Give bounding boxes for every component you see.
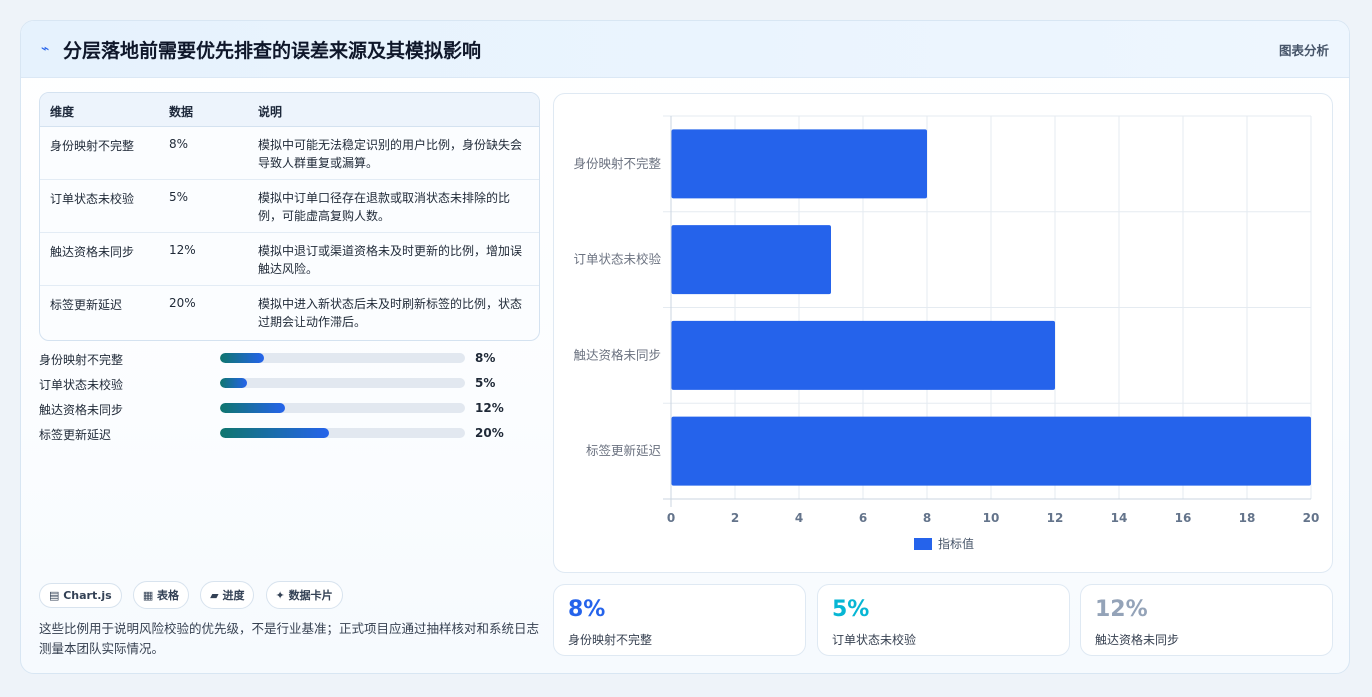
x-tick-label: 18 [1239,511,1256,525]
stat-value: 12% [1095,597,1148,622]
stat-label: 订单状态未校验 [832,633,917,647]
progress-fill [220,353,264,363]
y-tick-label: 触达资格未同步 [573,347,661,362]
stat-card: 12% 触达资格未同步 [1080,584,1333,656]
stat-label: 身份映射不完整 [568,633,653,647]
progress-fill [220,378,248,388]
column-header-dimension: 维度 [50,105,75,119]
stat-card: 5% 订单状态未校验 [817,584,1070,656]
progress-track [220,428,465,438]
progress-row: 标签更新延迟 20% [39,424,509,449]
progress-value: 12% [475,401,504,415]
table-cell-description: 模拟中可能无法稳定识别的用户比例，身份缺失会导致人群重复或漏算。 [258,138,523,170]
x-tick-label: 16 [1175,511,1192,525]
progress-track [220,403,465,413]
progress-label: 标签更新延迟 [39,428,112,442]
table-cell-description: 模拟中订单口径存在退款或取消状态未排除的比例，可能虚高复购人数。 [258,191,511,223]
bar [671,129,927,199]
table-cell-dimension: 触达资格未同步 [50,245,135,259]
table-row: 标签更新延迟 20% 模拟中进入新状态后未及时刷新标签的比例，状态过期会让动作滞… [40,286,539,338]
chip-table[interactable]: ▦ 表格 [132,581,190,609]
y-tick-label: 身份映射不完整 [573,156,661,171]
stat-value: 8% [568,597,606,622]
legend-swatch [914,538,932,550]
x-tick-label: 10 [983,511,1000,525]
bar-chart-panel: 身份映射不完整 订单状态未校验 触达资格未同步标签更新延迟 0 2 4 6 8 10 12 14 16… [553,93,1333,573]
bar [671,225,831,295]
bar-chart: 身份映射不完整订单状态未校验触达资格未同步标签更新延迟 0 2 4 6 8 10 12 14 16… [573,115,1320,551]
table-row: 订单状态未校验 5% 模拟中订单口径存在退款或取消状态未排除的比例，可能虚高复购… [40,180,539,233]
feature-chips: ▤ Chart.js ▦ 表格 ▰ 进度 ✦ 数据卡片 [39,581,349,609]
progress-value: 5% [475,376,496,390]
x-tick-label: 8 [923,511,931,525]
x-tick-label: 4 [795,511,803,525]
progress-row: 身份映射不完整 8% [39,349,509,374]
bar [671,320,1055,390]
page-title: 分层落地前需要优先排查的误差来源及其模拟影响 [63,40,482,62]
bar [671,416,1311,486]
table-cell-value: 8% [169,137,189,151]
legend-label: 指标值 [938,536,974,551]
data-table: 维度 数据 说明 身份映射不完整 8% 模拟中可能无法稳定识别的用户比例，身份缺… [39,92,540,341]
y-tick-label: 标签更新延迟 [586,443,662,458]
y-tick-label: 订单状态未校验 [573,252,661,267]
table-cell-dimension: 身份映射不完整 [50,139,135,153]
chip-data-cards[interactable]: ✦ 数据卡片 [265,581,343,609]
progress-fill [220,403,286,413]
table-cell-value: 12% [169,243,196,257]
progress-track [220,353,465,363]
table-cell-value: 20% [169,296,196,310]
table-cell-value: 5% [169,190,189,204]
progress-value: 8% [475,351,496,365]
x-tick-label: 20 [1303,511,1320,525]
table-cell-description: 模拟中退订或渠道资格未及时更新的比例，增加误触达风险。 [258,244,523,276]
progress-list: 身份映射不完整 8% 订单状态未校验 5% 触达资格未同步 12% 标签更新延迟… [39,349,509,449]
column-header-data: 数据 [169,105,194,119]
progress-label: 触达资格未同步 [39,403,124,417]
x-tick-label: 6 [859,511,867,525]
chip-chartjs[interactable]: ▤ Chart.js [39,583,122,608]
analysis-card: ⌁ 分层落地前需要优先排查的误差来源及其模拟影响 图表分析 维度 数据 说明 身… [20,20,1350,674]
sparkline-icon: ⌁ [41,41,50,57]
table-cell-description: 模拟中进入新状态后未及时刷新标签的比例，状态过期会让动作滞后。 [258,297,523,329]
table-row: 触达资格未同步 12% 模拟中退订或渠道资格未及时更新的比例，增加误触达风险。 [40,233,539,286]
table-cell-dimension: 标签更新延迟 [50,298,123,312]
footnote: 这些比例用于说明风险校验的优先级，不是行业基准；正式项目应通过抽样核对和系统日志… [39,621,540,656]
column-header-description: 说明 [258,105,283,119]
progress-label: 订单状态未校验 [39,378,124,392]
stat-card: 8% 身份映射不完整 [553,584,806,656]
progress-fill [220,428,329,438]
chip-progress[interactable]: ▰ 进度 [200,581,255,609]
table-header: 维度 数据 说明 [40,93,539,127]
x-tick-label: 0 [667,511,675,525]
stat-label: 触达资格未同步 [1095,633,1180,647]
table-row: 身份映射不完整 8% 模拟中可能无法稳定识别的用户比例，身份缺失会导致人群重复或… [40,127,539,180]
table-cell-dimension: 订单状态未校验 [50,192,135,206]
stat-value: 5% [832,597,870,622]
progress-label: 身份映射不完整 [39,353,124,367]
x-tick-label: 2 [731,511,739,525]
chart-analysis-tag: 图表分析 [1278,43,1329,58]
x-tick-label: 12 [1047,511,1064,525]
progress-track [220,378,465,388]
x-tick-label: 14 [1111,511,1128,525]
progress-row: 触达资格未同步 12% [39,399,509,424]
progress-value: 20% [475,426,504,440]
card-header: ⌁ 分层落地前需要优先排查的误差来源及其模拟影响 图表分析 [21,21,1349,78]
progress-row: 订单状态未校验 5% [39,374,509,399]
